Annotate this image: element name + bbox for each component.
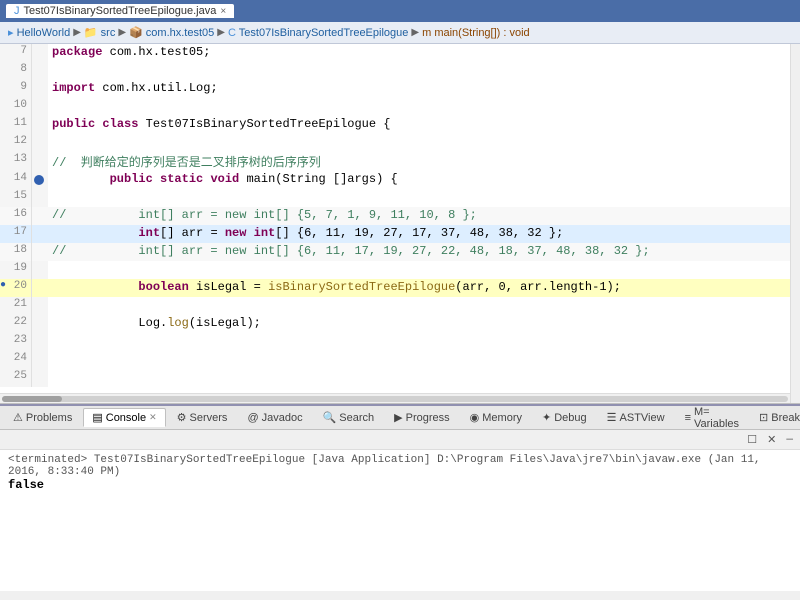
console-icon: ▤ (92, 411, 102, 424)
class-icon: C (228, 27, 236, 39)
code-line-21: 21 (0, 297, 800, 315)
project-icon: ▸ (8, 27, 14, 39)
tab-memory-label: Memory (482, 412, 522, 424)
code-line-12: 12 (0, 134, 800, 152)
breadcrumb-project[interactable]: ▸ HelloWorld (8, 26, 70, 39)
code-line-18: 18 // int[] arr = new int[] {6, 11, 17, … (0, 243, 800, 261)
code-line-7: 7 package com.hx.test05; (0, 44, 800, 62)
code-line-23: 23 (0, 333, 800, 351)
console-result-line: false (8, 478, 792, 492)
code-line-9: 9 import com.hx.util.Log; (0, 80, 800, 98)
scrollbar-track (2, 396, 788, 402)
tab-problems-label: Problems (26, 412, 72, 424)
editor-tab[interactable]: J Test07IsBinarySortedTreeEpilogue.java … (6, 4, 234, 18)
breadcrumb: ▸ HelloWorld ▶ 📁 src ▶ 📦 com.hx.test05 ▶… (0, 22, 800, 44)
console-terminated-line: <terminated> Test07IsBinarySortedTreeEpi… (8, 454, 792, 478)
code-line-14: 14 public static void main(String []args… (0, 171, 800, 189)
title-bar: J Test07IsBinarySortedTreeEpilogue.java … (0, 0, 800, 22)
horizontal-scrollbar[interactable] (0, 393, 790, 403)
servers-icon: ⚙ (177, 411, 187, 424)
tab-debug[interactable]: ✦ Debug (533, 408, 596, 427)
tab-javadoc[interactable]: @ Javadoc (238, 409, 311, 427)
code-editor[interactable]: 7 package com.hx.test05; 8 9 import com.… (0, 44, 800, 404)
folder-icon: 📁 (84, 27, 98, 39)
console-close-icon[interactable]: ✕ (149, 412, 157, 423)
tab-javadoc-label: Javadoc (262, 412, 303, 424)
tab-search-label: Search (339, 412, 374, 424)
tab-search[interactable]: 🔍 Search (314, 408, 384, 427)
console-output: <terminated> Test07IsBinarySortedTreeEpi… (0, 450, 800, 591)
package-icon: 📦 (129, 27, 143, 39)
tab-variables[interactable]: ≡ M= Variables (676, 403, 748, 433)
memory-icon: ◉ (470, 411, 480, 424)
console-toolbar: ☐ ✕ — (0, 430, 800, 450)
java-file-icon: J (14, 5, 20, 17)
code-line-25: 25 (0, 369, 800, 387)
debug-icon: ✦ (542, 411, 551, 424)
tab-break[interactable]: ⊡ Break (750, 408, 800, 427)
breadcrumb-src[interactable]: 📁 src (84, 26, 115, 39)
tab-progress[interactable]: ▶ Progress (385, 408, 459, 427)
vertical-scrollbar[interactable] (790, 44, 800, 403)
tab-console[interactable]: ▤ Console ✕ (83, 408, 165, 427)
tab-variables-label: M= Variables (694, 406, 739, 430)
tab-progress-label: Progress (406, 412, 450, 424)
search-icon: 🔍 (323, 411, 337, 424)
astview-icon: ☰ (607, 411, 617, 424)
minimize-console-button[interactable]: — (783, 433, 796, 447)
tab-servers[interactable]: ⚙ Servers (168, 408, 237, 427)
problems-icon: ⚠ (13, 411, 23, 424)
breadcrumb-class[interactable]: C Test07IsBinarySortedTreeEpilogue (228, 27, 408, 39)
tab-close-icon[interactable]: × (220, 6, 226, 17)
code-line-19: 19 (0, 261, 800, 279)
tab-debug-label: Debug (554, 412, 586, 424)
code-line-15: 15 (0, 189, 800, 207)
breadcrumb-sep4: ▶ (411, 27, 419, 38)
bottom-tab-bar: ⚠ Problems ▤ Console ✕ ⚙ Servers @ Javad… (0, 406, 800, 430)
code-line-22: 22 Log.log(isLegal); (0, 315, 800, 333)
bottom-panel: ⚠ Problems ▤ Console ✕ ⚙ Servers @ Javad… (0, 404, 800, 589)
result-text: false (8, 478, 44, 492)
progress-icon: ▶ (394, 411, 402, 424)
tab-console-label: Console (106, 412, 146, 424)
breadcrumb-package[interactable]: 📦 com.hx.test05 (129, 26, 214, 39)
tab-problems[interactable]: ⚠ Problems (4, 408, 81, 427)
tab-astview[interactable]: ☰ ASTView (598, 408, 674, 427)
break-icon: ⊡ (759, 411, 768, 424)
tab-label: Test07IsBinarySortedTreeEpilogue.java (24, 5, 217, 17)
javadoc-icon: @ (247, 412, 258, 424)
breadcrumb-sep2: ▶ (118, 27, 126, 38)
breadcrumb-method[interactable]: m main(String[]) : void (422, 27, 530, 39)
code-line-13: 13 // 判断给定的序列是否是二叉排序树的后序序列 (0, 152, 800, 171)
close-console-button[interactable]: ✕ (764, 432, 779, 448)
code-line-20: ●20 boolean isLegal = isBinarySortedTree… (0, 279, 800, 297)
code-line-10: 10 (0, 98, 800, 116)
tab-break-label: Break (771, 412, 800, 424)
code-line-16: 16 // int[] arr = new int[] {5, 7, 1, 9,… (0, 207, 800, 225)
tab-astview-label: ASTView (620, 412, 665, 424)
tab-servers-label: Servers (190, 412, 228, 424)
terminated-text: <terminated> Test07IsBinarySortedTreeEpi… (8, 454, 761, 478)
clear-console-button[interactable]: ☐ (744, 432, 760, 448)
breadcrumb-sep3: ▶ (217, 27, 225, 38)
tab-memory[interactable]: ◉ Memory (461, 408, 531, 427)
code-line-8: 8 (0, 62, 800, 80)
code-line-17: 17 int[] arr = new int[] {6, 11, 19, 27,… (0, 225, 800, 243)
method-icon: m (422, 27, 431, 39)
variables-icon: ≡ (685, 412, 691, 424)
tab-bar: J Test07IsBinarySortedTreeEpilogue.java … (6, 4, 234, 18)
scrollbar-thumb[interactable] (2, 396, 62, 402)
code-line-24: 24 (0, 351, 800, 369)
code-line-11: 11 public class Test07IsBinarySortedTree… (0, 116, 800, 134)
breadcrumb-sep1: ▶ (73, 27, 81, 38)
